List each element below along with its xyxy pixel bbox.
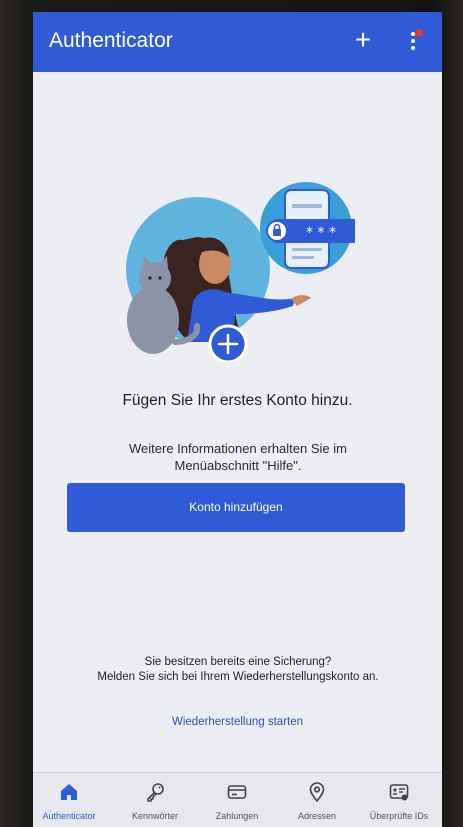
headline: Fügen Sie Ihr erstes Konto hinzu. — [122, 392, 353, 409]
onboarding-illustration: * * * — [126, 182, 355, 362]
nav-item-authenticator[interactable]: Authenticator — [33, 773, 105, 827]
help-info-line-2: Menüabschnitt "Hilfe". — [174, 458, 302, 473]
nav-label-passwords: Kennwörter — [131, 811, 179, 821]
location-pin-icon — [309, 782, 325, 803]
more-vert-icon[interactable] — [406, 29, 423, 55]
nav-item-addresses[interactable]: Adressen — [281, 773, 353, 827]
nav-label-verified-ids: Überprüfte IDs — [369, 811, 429, 821]
nav-item-passwords[interactable]: Kennwörter — [115, 773, 195, 827]
plus-icon[interactable]: + — [349, 24, 377, 56]
app-screen: Authenticator + * * * Fügen Sie Ihr erst… — [33, 12, 442, 827]
bottom-navigation: Authenticator Kennwörter Zahlungen Adres… — [33, 772, 442, 827]
backup-info-text: Sie besitzen bereits eine Sicherung? Mel… — [73, 655, 403, 685]
backup-info-line-2: Melden Sie sich bei Ihrem Wiederherstell… — [97, 671, 379, 683]
app-title: Authenticator — [49, 29, 173, 52]
start-restore-link[interactable]: Wiederherstellung starten — [33, 716, 442, 728]
home-icon — [61, 784, 77, 800]
help-info-text: Weitere Informationen erhalten Sie im Me… — [93, 440, 383, 474]
nav-label-addresses: Adressen — [297, 811, 337, 821]
notification-badge — [415, 29, 423, 37]
nav-item-payments[interactable]: Zahlungen — [201, 773, 273, 827]
nav-label-payments: Zahlungen — [215, 811, 259, 821]
credit-card-icon — [227, 785, 247, 799]
help-info-line-1: Weitere Informationen erhalten Sie im — [129, 441, 347, 456]
password-mask: * * * — [306, 225, 336, 241]
key-icon — [147, 783, 164, 802]
nav-item-verified-ids[interactable]: Überprüfte IDs — [359, 773, 439, 827]
add-account-button[interactable]: Konto hinzufügen — [67, 483, 405, 532]
id-card-icon — [389, 784, 409, 801]
app-bar: Authenticator + — [33, 12, 442, 72]
backup-info-line-1: Sie besitzen bereits eine Sicherung? — [144, 656, 332, 668]
nav-label-authenticator: Authenticator — [42, 811, 96, 821]
